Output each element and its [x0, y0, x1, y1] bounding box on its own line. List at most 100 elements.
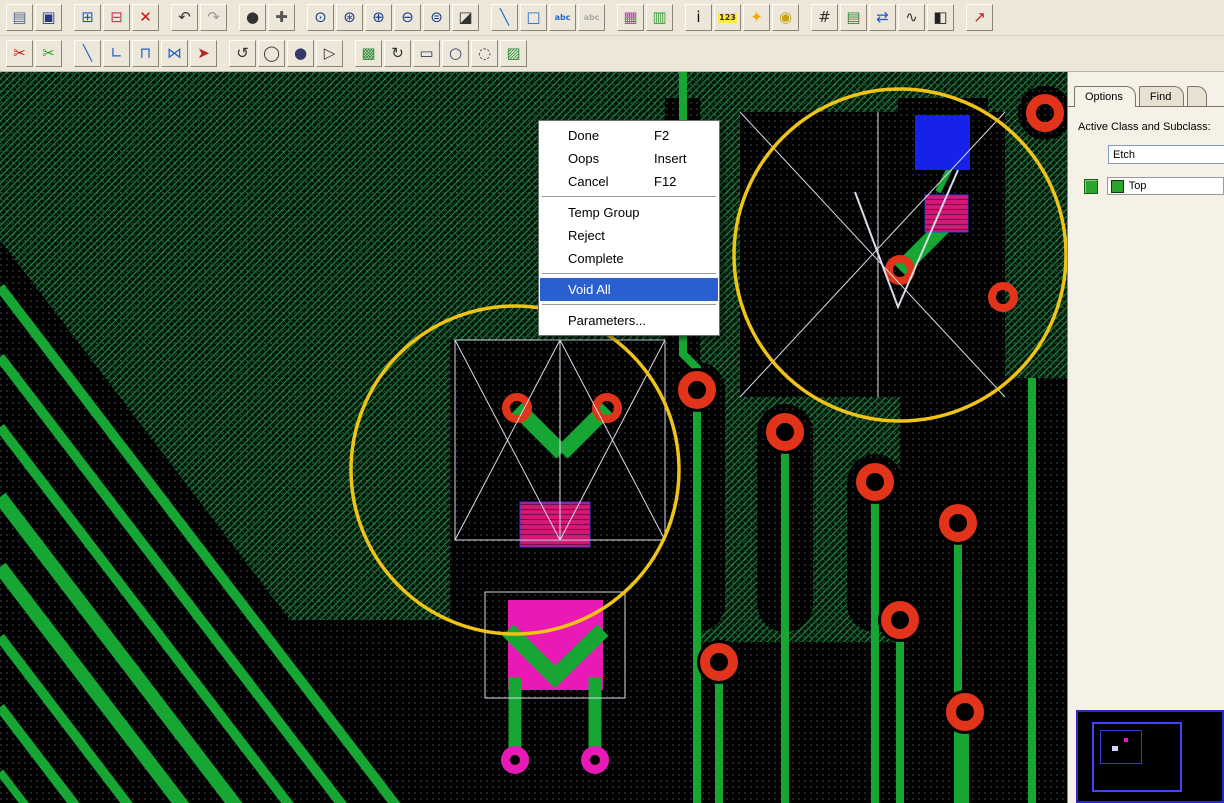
- add-rect-button[interactable]: □: [520, 4, 547, 31]
- slide-icon: ╲: [83, 46, 92, 61]
- toolbar-row-2: ✂✂╲∟⊓⋈➤↺◯●▷▩↻▭○◌▨: [0, 35, 1224, 71]
- redo-button[interactable]: ↷: [200, 4, 227, 31]
- add-line-button[interactable]: ╲: [491, 4, 518, 31]
- shadow-toggle-button[interactable]: ●: [239, 4, 266, 31]
- export-step-button[interactable]: ↗: [966, 4, 993, 31]
- blue-pad: [915, 115, 970, 170]
- swap-windows-button[interactable]: ⊟: [103, 4, 130, 31]
- element-info-button[interactable]: i: [685, 4, 712, 31]
- menu-item-parameters[interactable]: Parameters...: [540, 309, 718, 332]
- shaded-display-button[interactable]: ◪: [452, 4, 479, 31]
- toolbar-group: # ▤ ⇄ ∿ ◧: [811, 4, 956, 31]
- menu-item-void-all[interactable]: Void All: [540, 278, 718, 301]
- add-rect-icon: □: [526, 10, 540, 25]
- menu-item-done[interactable]: DoneF2: [540, 124, 718, 147]
- tab-stub[interactable]: [1187, 86, 1207, 106]
- export-step-icon: ↗: [973, 10, 986, 25]
- shape-circle-icon: ○: [449, 46, 462, 61]
- contrast-icon: ◧: [933, 10, 947, 25]
- swap-ends-button[interactable]: ⋈: [161, 40, 188, 67]
- extract-supported-button[interactable]: ✂: [35, 40, 62, 67]
- menu-item-reject[interactable]: Reject: [540, 224, 718, 247]
- world-view-viewport[interactable]: [1092, 722, 1182, 792]
- menu-item-shortcut: Insert: [654, 151, 710, 166]
- zoom-points-button[interactable]: ⊙: [307, 4, 334, 31]
- highlight-button[interactable]: ✦: [743, 4, 770, 31]
- subclass-color-chip: [1111, 180, 1124, 193]
- design-canvas[interactable]: DoneF2OopsInsertCancelF12 Temp Group Rejec…: [0, 72, 1067, 803]
- signal-scope-button[interactable]: ∿: [898, 4, 925, 31]
- menu-separator: [542, 273, 716, 275]
- edit-vertex-icon: ∟: [110, 46, 123, 61]
- menu-item-oops[interactable]: OopsInsert: [540, 147, 718, 170]
- pcb-editor-window: ▤▣⊞⊟✕↶↷●✚⊙⊛⊕⊖⊜◪╲□abcabc▦▥i123✦◉#▤⇄∿◧↗ ✂✂…: [0, 0, 1224, 803]
- extract-unsupported-icon: ✂: [13, 46, 26, 61]
- open-drawing-button[interactable]: ▤: [6, 4, 33, 31]
- shape-circle-button[interactable]: ○: [442, 40, 469, 67]
- toolbar-group: ⊙⊛⊕⊖⊜◪: [307, 4, 481, 31]
- redo-icon: ↷: [207, 10, 220, 25]
- subclass-visibility-checkbox[interactable]: [1084, 179, 1098, 194]
- contrast-button[interactable]: ◧: [927, 4, 954, 31]
- class-combobox[interactable]: Etch: [1108, 145, 1224, 164]
- shape-void-icon: ◌: [478, 46, 491, 61]
- toolbar-group: ↗: [966, 4, 995, 31]
- tab-find[interactable]: Find: [1139, 86, 1184, 106]
- add-text-button[interactable]: abc: [549, 4, 576, 31]
- extract-supported-icon: ✂: [42, 46, 55, 61]
- toolbar-group: ╲ □ abcabc: [491, 4, 607, 31]
- pcb-artwork: [0, 72, 1067, 803]
- menu-item-complete[interactable]: Complete: [540, 247, 718, 270]
- spin-button[interactable]: ↺: [229, 40, 256, 67]
- active-class-label: Active Class and Subclass:: [1078, 121, 1224, 133]
- menu-separator: [542, 196, 716, 198]
- dimension-123-icon: 123: [718, 13, 737, 23]
- shape-hatch-button[interactable]: ▨: [500, 40, 527, 67]
- shape-rotate-button[interactable]: ↻: [384, 40, 411, 67]
- dimension-123-button[interactable]: 123: [714, 4, 741, 31]
- menu-item-cancel[interactable]: CancelF12: [540, 170, 718, 193]
- edit-vertex-button[interactable]: ∟: [103, 40, 130, 67]
- zoom-in-button[interactable]: ⊕: [365, 4, 392, 31]
- menu-item-label: Reject: [568, 228, 654, 243]
- subclass-selector[interactable]: Top: [1107, 177, 1224, 195]
- shape-polygon-button[interactable]: ▩: [355, 40, 382, 67]
- edit-text-button[interactable]: abc: [578, 4, 605, 31]
- shape-oval-button[interactable]: ◯: [258, 40, 285, 67]
- shape-rect-button[interactable]: ▭: [413, 40, 440, 67]
- delete-button[interactable]: ✕: [132, 4, 159, 31]
- world-view[interactable]: [1076, 710, 1224, 803]
- zoom-world-button[interactable]: ⊜: [423, 4, 450, 31]
- world-view-mark: [1112, 746, 1118, 751]
- pick-mode-button[interactable]: ➤: [190, 40, 217, 67]
- undo-button[interactable]: ↶: [171, 4, 198, 31]
- layer-swap-icon: ⇄: [876, 10, 889, 25]
- tile-windows-icon: ⊞: [81, 10, 94, 25]
- zoom-fit-button[interactable]: ⊛: [336, 4, 363, 31]
- extract-unsupported-button[interactable]: ✂: [6, 40, 33, 67]
- tab-options[interactable]: Options: [1074, 86, 1136, 107]
- cross-section-button[interactable]: ▤: [840, 4, 867, 31]
- shape-void-button[interactable]: ◌: [471, 40, 498, 67]
- cursor-select-button[interactable]: ▷: [316, 40, 343, 67]
- menu-item-temp-group[interactable]: Temp Group: [540, 201, 718, 224]
- toolbar-group: ▩↻ ▭ ○ ◌ ▨: [355, 40, 529, 67]
- grid-toggle-button[interactable]: #: [811, 4, 838, 31]
- toolbar-group: i 123 ✦◉: [685, 4, 801, 31]
- pin-cursor-button[interactable]: ✚: [268, 4, 295, 31]
- add-bubble-button[interactable]: ⊓: [132, 40, 159, 67]
- tile-windows-button[interactable]: ⊞: [74, 4, 101, 31]
- slide-button[interactable]: ╲: [74, 40, 101, 67]
- toolbar-group: ✂✂: [6, 40, 64, 67]
- color-dialog-button[interactable]: ▦: [617, 4, 644, 31]
- shape-rect-icon: ▭: [419, 46, 433, 61]
- cross-section-icon: ▤: [846, 10, 860, 25]
- context-menu: DoneF2OopsInsertCancelF12 Temp Group Rejec…: [538, 120, 720, 336]
- zoom-out-button[interactable]: ⊖: [394, 4, 421, 31]
- save-drawing-button[interactable]: ▣: [35, 4, 62, 31]
- layer-swap-button[interactable]: ⇄: [869, 4, 896, 31]
- assign-color-button[interactable]: ◉: [772, 4, 799, 31]
- subclass-row: Top: [1078, 177, 1224, 195]
- color-priority-button[interactable]: ▥: [646, 4, 673, 31]
- shape-dot-button[interactable]: ●: [287, 40, 314, 67]
